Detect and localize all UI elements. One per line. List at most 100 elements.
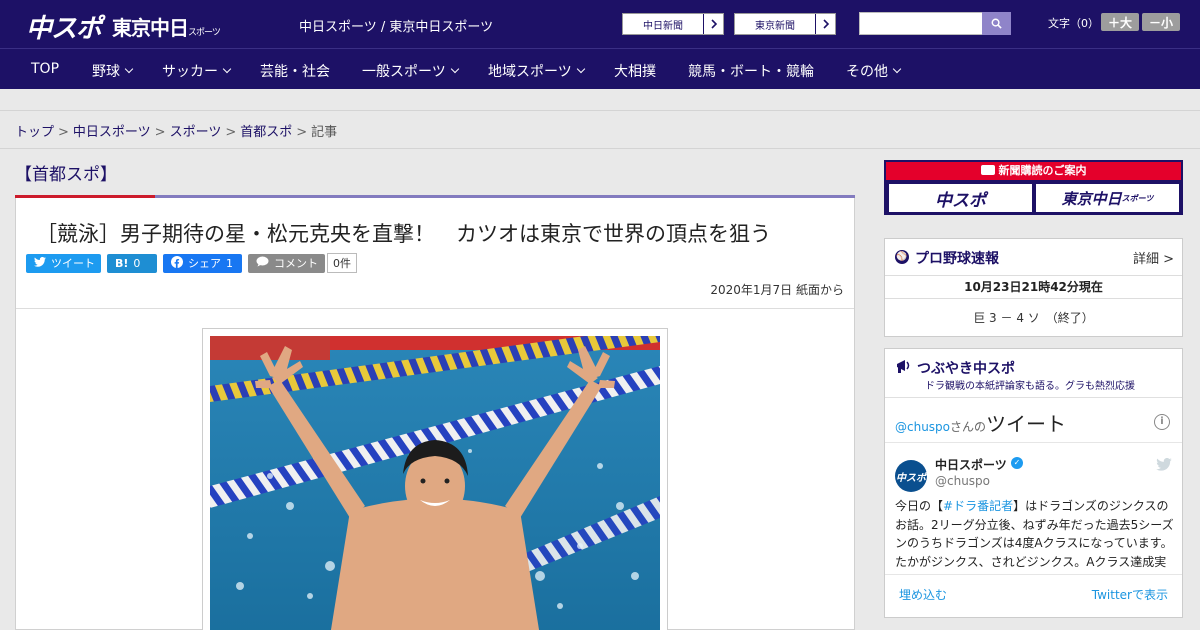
ad-tokyo-logo-text: 東京中日 [1061, 189, 1122, 208]
tweet-text-before: 今日の【 [895, 499, 944, 513]
twitter-bird-icon[interactable] [1156, 456, 1172, 475]
comment-button[interactable]: コメント [248, 253, 325, 273]
tokyo-chunichi-logo[interactable]: 東京中日スポーツ [112, 12, 221, 41]
subscription-banner-text: 新聞購読のご案内 [998, 164, 1087, 177]
chuspo-logo[interactable]: 中スポ [26, 8, 102, 45]
facebook-count: 1 [226, 256, 233, 270]
nav-item-other[interactable]: その他 [846, 61, 902, 81]
speech-bubble-icon [256, 256, 269, 270]
breadcrumb-sports[interactable]: スポーツ [170, 125, 222, 140]
search-icon [991, 14, 1002, 33]
nav-item-entertainment[interactable]: 芸能・社会 [260, 61, 330, 81]
facebook-icon [171, 255, 183, 271]
avatar[interactable]: 中スポ [895, 460, 927, 492]
baseball-detail-link[interactable]: 詳細 > [1133, 248, 1174, 267]
tweet-label: ツイート [51, 257, 95, 270]
chevron-down-icon [450, 64, 459, 74]
breadcrumb-current: 記事 [311, 125, 338, 140]
tokyo-shimbun-link[interactable]: 東京新聞 [734, 13, 836, 35]
twitter-account-suffix: さんの [950, 420, 987, 434]
divider [0, 148, 1200, 149]
facebook-share-label: シェア [188, 257, 221, 270]
tweets-widget-subtitle: ドラ観戦の本紙評論家も語る。グラも熱烈応援 [925, 381, 1135, 392]
breadcrumb-shuto-supo[interactable]: 首都スポ [240, 125, 292, 140]
nav-item-baseball[interactable]: 野球 [92, 61, 134, 81]
chevron-down-icon [124, 64, 134, 74]
ad-chuspo-logo: 中スポ [889, 184, 1032, 212]
breadcrumb-chunichi-sports[interactable]: 中日スポーツ [73, 125, 151, 140]
nav-item-label: 大相撲 [614, 64, 656, 80]
chunichi-shimbun-link[interactable]: 中日新聞 [622, 13, 724, 35]
baseball-score[interactable]: 巨 3 － 4 ソ （終了） [885, 309, 1182, 326]
nav-item-soccer[interactable]: サッカー [162, 61, 232, 81]
nav-item-label: 一般スポーツ [362, 64, 446, 80]
search-button[interactable] [982, 12, 1011, 35]
nav-item-label: TOP [31, 61, 60, 77]
nav-item-label: サッカー [162, 64, 218, 80]
main-nav: TOP 野球 サッカー 芸能・社会 一般スポーツ 地域スポーツ 大相撲 競馬・ボ… [0, 48, 1200, 89]
divider [885, 442, 1182, 443]
tweet-embed: @chuspoさんのツイート i 中スポ 中日スポーツ ✓ @chuspo 今日… [885, 397, 1182, 609]
nav-item-top[interactable]: TOP [31, 61, 59, 77]
tweet-user-handle[interactable]: @chuspo [935, 474, 990, 488]
baseball-widget-title: プロ野球速報 [915, 251, 999, 267]
nav-item-label: 地域スポーツ [488, 64, 572, 80]
nav-item-label: 芸能・社会 [260, 64, 330, 80]
ad-tokyo-logo-small: スポーツ [1121, 193, 1154, 203]
section-title[interactable]: 【首都スポ】 [15, 160, 117, 185]
nav-item-local-sports[interactable]: 地域スポーツ [488, 61, 585, 81]
chevron-down-icon [892, 64, 902, 74]
tweet-hashtag[interactable]: #ドラ番記者 [943, 499, 1013, 513]
tokyo-logo-text: 東京中日 [112, 16, 189, 40]
chevron-down-icon [222, 64, 232, 74]
chevron-down-icon [576, 64, 585, 74]
top-header: 中スポ 東京中日スポーツ 中日スポーツ / 東京中日スポーツ 中日新聞 東京新聞… [0, 0, 1200, 48]
nav-item-sumo[interactable]: 大相撲 [614, 61, 656, 81]
tweet-embed-header: @chuspoさんのツイート [895, 408, 1066, 437]
hatena-icon: B! [115, 256, 129, 270]
article-title: ［競泳］男子期待の星・松元克央を直撃！ カツオは東京で世界の頂点を狙う [36, 222, 771, 246]
breadcrumb: トップ > 中日スポーツ > スポーツ > 首都スポ > 記事 [15, 121, 337, 140]
site-title[interactable]: 中日スポーツ / 東京中日スポーツ [299, 16, 493, 35]
comment-count: 0件 [327, 253, 357, 273]
tweets-widget-title: つぶやき中スポ [917, 361, 1015, 377]
nav-item-general-sports[interactable]: 一般スポーツ [362, 61, 459, 81]
hatena-bookmark-button[interactable]: B! 0 [107, 253, 157, 273]
nav-item-label: その他 [846, 64, 888, 80]
breadcrumb-separator: > [225, 125, 237, 140]
tweet-button[interactable]: ツイート [26, 253, 101, 273]
breadcrumb-top[interactable]: トップ [15, 125, 54, 140]
nav-item-racing[interactable]: 競馬・ボート・競輪 [688, 61, 814, 81]
chevron-right-icon [815, 14, 835, 34]
divider [885, 574, 1182, 575]
info-icon[interactable]: i [1154, 414, 1170, 430]
sub-bar [0, 89, 1200, 111]
verified-badge-icon: ✓ [1011, 457, 1023, 469]
view-on-twitter-link[interactable]: Twitterで表示 [1092, 586, 1168, 603]
article-card: ［競泳］男子期待の星・松元克央を直撃！ カツオは東京で世界の頂点を狙う ツイート… [15, 198, 855, 630]
breadcrumb-separator: > [154, 125, 166, 140]
baseball-icon: ⚾ [895, 250, 909, 264]
facebook-share-button[interactable]: シェア 1 [163, 253, 242, 273]
subscription-ad[interactable]: 新聞購読のご案内 中スポ 東京中日 スポーツ [884, 160, 1183, 215]
megaphone-icon [895, 357, 913, 379]
nav-item-label: 野球 [92, 64, 120, 80]
tweet-text: 今日の【#ドラ番記者】はドラゴンズのジンクスのお話。2リーグ分立後、ねずみ年だっ… [895, 497, 1175, 571]
breadcrumb-separator: > [58, 125, 69, 140]
tweet-user-name[interactable]: 中日スポーツ [935, 456, 1007, 473]
twitter-bird-icon [34, 256, 46, 270]
subscription-banner: 新聞購読のご案内 [886, 162, 1181, 180]
font-size-decrease-button[interactable]: －小 [1142, 13, 1180, 31]
font-size-label: 文字（0） [1048, 17, 1099, 30]
article-date: 2020年1月7日 紙面から [710, 283, 844, 297]
font-size-increase-button[interactable]: ＋大 [1101, 13, 1139, 31]
search-input[interactable] [859, 12, 983, 35]
twitter-widget: つぶやき中スポ ドラ観戦の本紙評論家も語る。グラも熱烈応援 @chuspoさんの… [884, 348, 1183, 618]
embed-tweet-link[interactable]: 埋め込む [899, 586, 947, 603]
nav-item-label: 競馬・ボート・競輪 [688, 64, 814, 80]
tokyo-logo-small: スポーツ [188, 28, 221, 38]
share-buttons: ツイート B! 0 シェア 1 コメント 0件 [26, 253, 357, 273]
twitter-account-link[interactable]: @chuspo [895, 420, 950, 434]
chunichi-shimbun-label: 中日新聞 [643, 20, 683, 32]
swimmer-photo[interactable] [210, 336, 660, 630]
